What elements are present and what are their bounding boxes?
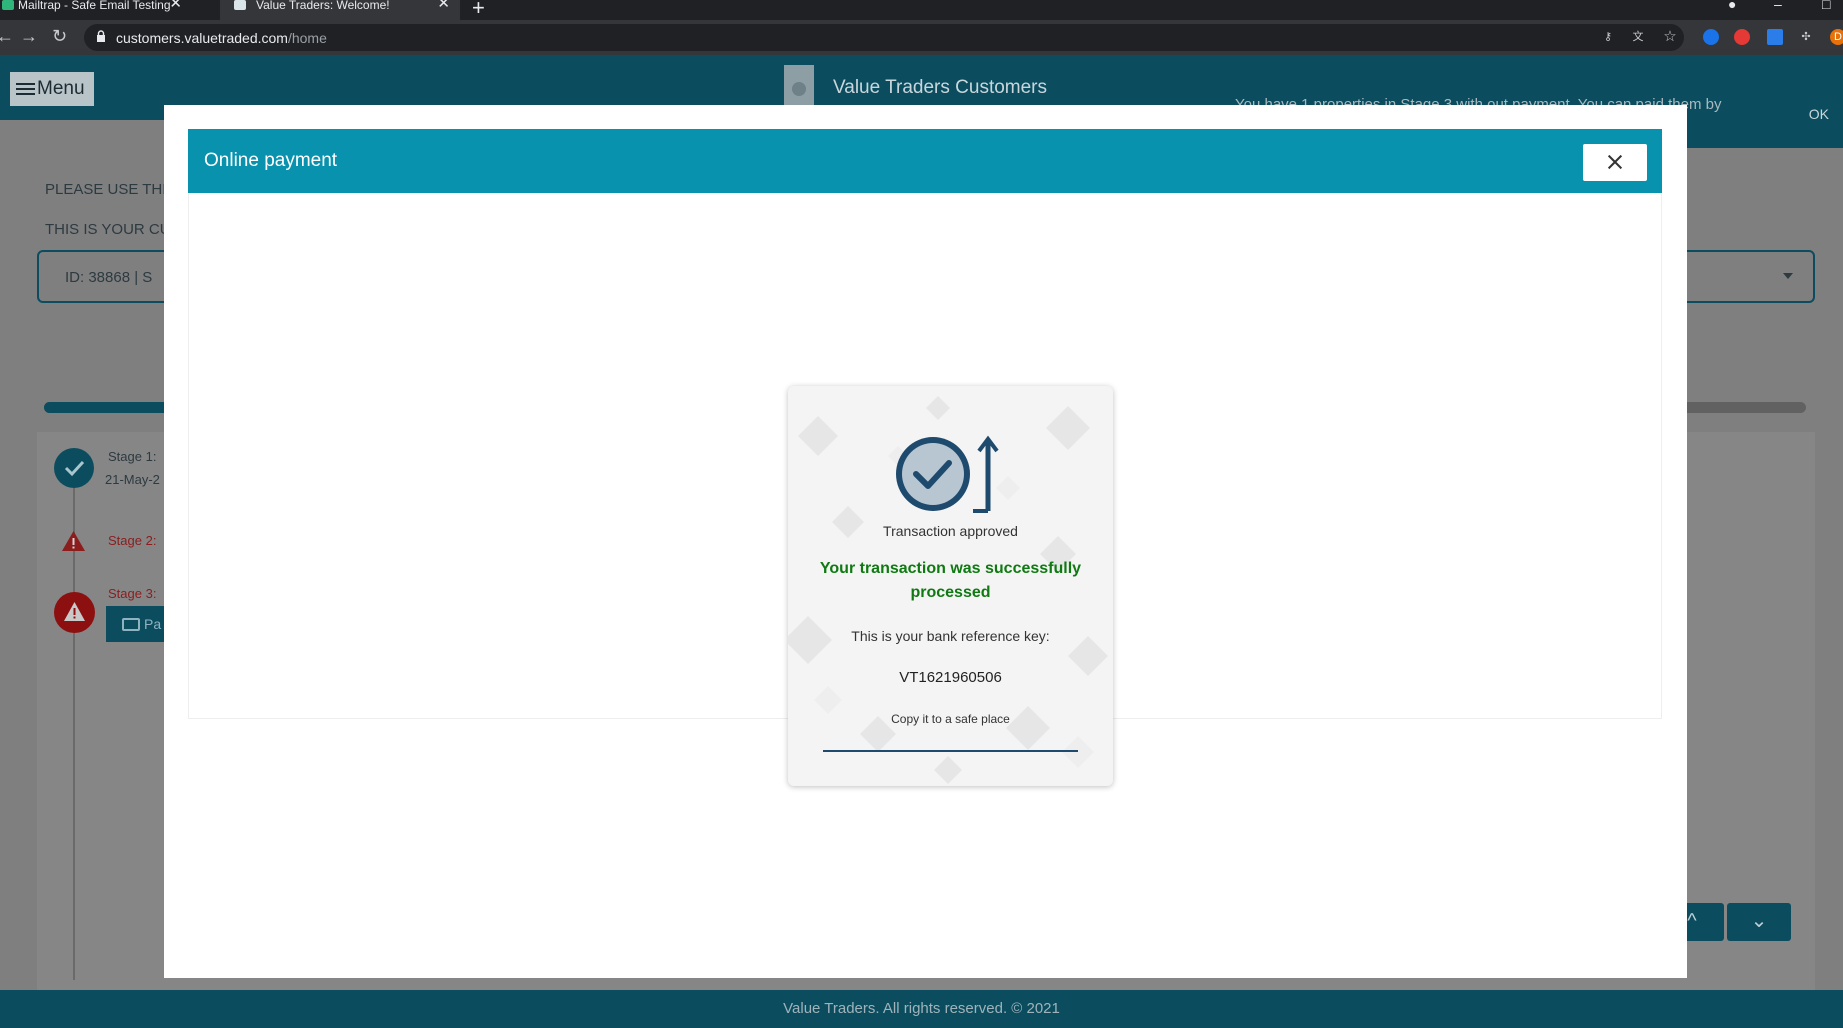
maximize-icon[interactable]: □ — [1822, 0, 1830, 12]
tab-search-icon[interactable]: ● — [1728, 0, 1736, 12]
menu-icon — [16, 80, 35, 98]
customer-text: THIS IS YOUR CU — [45, 221, 171, 238]
property-select-value: ID: 38868 | S — [65, 269, 153, 286]
browser-toolbar: ← → ↻ customers.valuetraded.com/home ⚷ 文… — [0, 20, 1843, 55]
receipt-divider — [823, 750, 1078, 752]
extension-icon[interactable] — [1767, 29, 1783, 45]
close-button[interactable] — [1583, 144, 1647, 181]
warning-icon — [62, 531, 85, 551]
transaction-status: Transaction approved — [883, 523, 1018, 539]
stage-done-icon — [54, 448, 94, 488]
reference-key-value[interactable]: VT1621960506 — [788, 669, 1113, 686]
stage-1-date: 21-May-2 — [105, 472, 160, 487]
scroll-down-button[interactable]: ⌄ — [1727, 903, 1791, 941]
forward-icon[interactable]: → — [20, 26, 38, 47]
toast-ok-button[interactable]: OK — [1809, 106, 1829, 122]
new-tab-button[interactable]: + — [472, 0, 485, 21]
key-icon[interactable]: ⚷ — [1600, 29, 1616, 45]
transaction-receipt: Transaction approved Your transaction wa… — [788, 386, 1113, 786]
chevron-down-icon — [1783, 273, 1793, 279]
profile-avatar[interactable]: D — [1830, 29, 1843, 45]
instruction-text: PLEASE USE THI — [45, 181, 167, 198]
menu-button[interactable]: Menu — [10, 72, 94, 106]
url-text: customers.valuetraded.com/home — [116, 30, 327, 46]
online-payment-modal: Online payment Transaction approved Your… — [164, 105, 1687, 978]
lock-icon — [97, 30, 105, 42]
extension-icon[interactable] — [1734, 29, 1750, 45]
tab-close-icon[interactable]: ✕ — [437, 0, 450, 11]
pay-button[interactable]: Pa — [106, 606, 166, 642]
footer-text: Value Traders. All rights reserved. © 20… — [783, 1000, 1060, 1017]
stage-error-icon — [54, 592, 95, 633]
copy-hint: Copy it to a safe place — [891, 712, 1010, 726]
stage-1-label: Stage 1: — [108, 449, 157, 464]
modal-body: Transaction approved Your transaction wa… — [188, 193, 1662, 786]
tab-title: Mailtrap - Safe Email Testing — [18, 0, 171, 12]
minimize-icon[interactable]: – — [1774, 0, 1782, 12]
tab-title: Value Traders: Welcome! — [256, 0, 390, 12]
check-circle-icon — [896, 435, 999, 513]
credit-card-icon — [122, 618, 140, 631]
success-message: Your transaction was successfully proces… — [819, 560, 1082, 601]
puzzle-icon[interactable]: ✣ — [1798, 29, 1814, 45]
mailtrap-favicon-icon — [2, 0, 14, 10]
modal-header: Online payment — [188, 129, 1662, 193]
modal-title: Online payment — [204, 150, 338, 171]
stage-2-label: Stage 2: — [108, 533, 157, 548]
app-title: Value Traders Customers — [833, 77, 1048, 98]
stage-3-label: Stage 3: — [108, 586, 157, 601]
reference-key-label: This is your bank reference key: — [851, 628, 1050, 644]
value-traders-favicon-icon — [234, 0, 246, 10]
browser-tab-value-traders[interactable]: Value Traders: Welcome! ✕ — [220, 0, 460, 20]
browser-tabstrip: Mailtrap - Safe Email Testing ✕ Value Tr… — [0, 0, 1843, 20]
bookmark-star-icon[interactable]: ☆ — [1662, 29, 1678, 45]
browser-tab-mailtrap[interactable]: Mailtrap - Safe Email Testing ✕ — [0, 0, 192, 20]
back-icon[interactable]: ← — [0, 26, 14, 47]
footer: Value Traders. All rights reserved. © 20… — [0, 990, 1843, 1028]
translate-icon[interactable]: 文 — [1630, 29, 1646, 45]
reload-icon[interactable]: ↻ — [52, 26, 67, 47]
address-bar[interactable]: customers.valuetraded.com/home — [84, 24, 1684, 51]
tab-close-icon[interactable]: ✕ — [169, 0, 182, 11]
extension-icon[interactable] — [1703, 29, 1719, 45]
arrow-up-icon — [973, 435, 999, 513]
